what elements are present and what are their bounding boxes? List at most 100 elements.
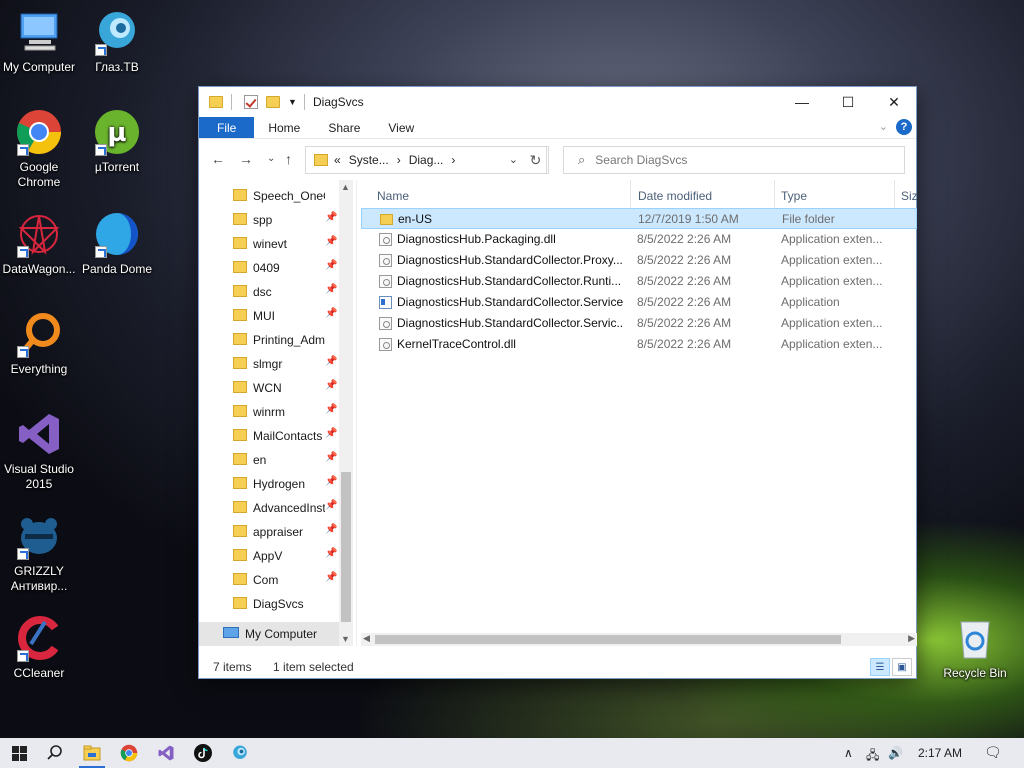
- pin-icon[interactable]: 📌: [325, 308, 337, 319]
- tab-share[interactable]: Share: [314, 117, 374, 138]
- pin-icon[interactable]: 📌: [325, 260, 337, 271]
- start-button[interactable]: [0, 738, 38, 768]
- search-input[interactable]: ⌕ Search DiagSvcs: [563, 146, 905, 174]
- file-row[interactable]: DiagnosticsHub.StandardCollector.Proxy..…: [361, 250, 917, 271]
- show-hidden-icons-icon[interactable]: ∧: [844, 746, 853, 760]
- desktop-icon-ccleaner[interactable]: CCleaner: [0, 614, 78, 681]
- pin-icon[interactable]: 📌: [325, 380, 337, 391]
- taskbar-file-explorer[interactable]: [73, 738, 111, 768]
- pin-icon[interactable]: 📌: [325, 524, 337, 535]
- scroll-left-icon[interactable]: ◀: [363, 633, 370, 644]
- expand-ribbon-icon[interactable]: ⌄: [879, 120, 888, 133]
- desktop-icon-panda-dome[interactable]: Panda Dome: [78, 210, 156, 277]
- file-row[interactable]: DiagnosticsHub.StandardCollector.Servic.…: [361, 313, 917, 334]
- desktop-icon-recycle-bin[interactable]: Recycle Bin: [936, 614, 1014, 681]
- pin-icon[interactable]: 📌: [325, 500, 337, 511]
- nav-item[interactable]: AdvancedInst 📌: [199, 496, 339, 520]
- nav-item[interactable]: 0409 📌: [199, 256, 339, 280]
- back-icon[interactable]: ←: [211, 151, 225, 167]
- nav-item[interactable]: spp 📌: [199, 208, 339, 232]
- refresh-button[interactable]: ↻: [523, 146, 549, 174]
- nav-item[interactable]: winevt 📌: [199, 232, 339, 256]
- nav-item-my-computer[interactable]: My Computer: [199, 622, 339, 646]
- address-segment-diag[interactable]: Diag...: [409, 153, 444, 167]
- clock[interactable]: 2:17 AM: [918, 746, 962, 760]
- navigation-scrollbar[interactable]: ▲ ▼: [339, 180, 353, 646]
- nav-item[interactable]: DiagSvcs: [199, 592, 339, 616]
- up-icon[interactable]: ↑: [285, 151, 292, 167]
- pin-icon[interactable]: 📌: [325, 356, 337, 367]
- address-separator[interactable]: ›: [451, 153, 455, 167]
- nav-item[interactable]: AppV 📌: [199, 544, 339, 568]
- large-icons-view-icon[interactable]: ▣: [892, 658, 912, 676]
- scrollbar-thumb[interactable]: [341, 472, 351, 622]
- nav-item[interactable]: Printing_Adm: [199, 328, 339, 352]
- close-button[interactable]: ✕: [871, 87, 917, 117]
- tab-home[interactable]: Home: [254, 117, 314, 138]
- file-row[interactable]: KernelTraceControl.dll 8/5/2022 2:26 AM …: [361, 334, 917, 355]
- nav-item[interactable]: Speech_OneC: [199, 184, 339, 208]
- file-row[interactable]: DiagnosticsHub.Packaging.dll 8/5/2022 2:…: [361, 229, 917, 250]
- pin-icon[interactable]: 📌: [325, 404, 337, 415]
- desktop-icon-glaz-tv[interactable]: Глаз.ТВ: [78, 8, 156, 75]
- desktop-icon-visual-studio[interactable]: Visual Studio 2015: [0, 410, 78, 492]
- desktop-icon-my-computer[interactable]: My Computer: [0, 8, 78, 75]
- address-overflow[interactable]: «: [334, 153, 341, 167]
- nav-item[interactable]: MUI 📌: [199, 304, 339, 328]
- minimize-button[interactable]: —: [779, 87, 825, 117]
- desktop-icon-everything[interactable]: Everything: [0, 310, 78, 377]
- scrollbar-thumb[interactable]: [375, 635, 841, 644]
- network-icon[interactable]: 🖧: [866, 746, 879, 767]
- desktop-icon-datawagon[interactable]: DataWagon...: [0, 210, 78, 277]
- pin-icon[interactable]: 📌: [325, 476, 337, 487]
- file-row[interactable]: DiagnosticsHub.StandardCollector.Runti..…: [361, 271, 917, 292]
- navigation-pane[interactable]: Speech_OneC spp 📌 winevt 📌 0409 📌 dsc 📌 MUI 📌…: [199, 180, 357, 646]
- nav-item[interactable]: Hydrogen 📌: [199, 472, 339, 496]
- volume-icon[interactable]: 🔊: [888, 746, 903, 760]
- address-dropdown-icon[interactable]: ⌄: [509, 153, 518, 166]
- help-icon[interactable]: ?: [896, 119, 912, 135]
- pin-icon[interactable]: 📌: [325, 572, 337, 583]
- desktop-icon-google-chrome[interactable]: Google Chrome: [0, 108, 78, 190]
- title-bar[interactable]: ▼ DiagSvcs — ☐ ✕: [199, 87, 916, 117]
- desktop-icon-grizzly[interactable]: GRIZZLY Антивир...: [0, 512, 78, 594]
- nav-item[interactable]: appraiser 📌: [199, 520, 339, 544]
- pin-icon[interactable]: 📌: [325, 236, 337, 247]
- nav-item[interactable]: WCN 📌: [199, 376, 339, 400]
- scroll-right-icon[interactable]: ▶: [908, 633, 915, 644]
- pin-icon[interactable]: 📌: [325, 284, 337, 295]
- tab-file[interactable]: File: [199, 117, 255, 138]
- file-row-en-us[interactable]: en-US 12/7/2019 1:50 AM File folder: [361, 208, 917, 229]
- properties-icon[interactable]: [244, 95, 258, 109]
- taskbar-tiktok[interactable]: [184, 738, 222, 768]
- taskbar-search-button[interactable]: [36, 738, 74, 768]
- taskbar-chrome[interactable]: [110, 738, 148, 768]
- nav-item[interactable]: winrm 📌: [199, 400, 339, 424]
- nav-item[interactable]: en 📌: [199, 448, 339, 472]
- pin-icon[interactable]: 📌: [325, 452, 337, 463]
- file-explorer-window[interactable]: ▼ DiagSvcs — ☐ ✕ File Home Share View ⌄ …: [198, 86, 917, 679]
- nav-item[interactable]: slmgr 📌: [199, 352, 339, 376]
- taskbar-glaz-tv[interactable]: [221, 738, 259, 768]
- notification-icon[interactable]: 🗨: [984, 744, 1002, 761]
- tab-view[interactable]: View: [374, 117, 428, 138]
- scroll-down-icon[interactable]: ▼: [341, 634, 350, 644]
- recent-locations-icon[interactable]: ⌄: [267, 153, 275, 164]
- address-segment-system[interactable]: Syste...: [349, 153, 389, 167]
- quick-access-dropdown-icon[interactable]: ▼: [288, 97, 298, 107]
- address-separator[interactable]: ›: [397, 153, 401, 167]
- desktop-icon-utorrent[interactable]: µ µTorrent: [78, 108, 156, 175]
- forward-icon[interactable]: →: [239, 151, 253, 167]
- taskbar-visual-studio[interactable]: [147, 738, 185, 768]
- new-folder-icon[interactable]: [266, 96, 280, 108]
- file-row[interactable]: DiagnosticsHub.StandardCollector.Service…: [361, 292, 917, 313]
- details-view-icon[interactable]: ☰: [870, 658, 890, 676]
- nav-item[interactable]: dsc 📌: [199, 280, 339, 304]
- file-list[interactable]: ⌃ Name Date modified Type Siz en-US 12/7…: [361, 180, 917, 646]
- horizontal-scrollbar[interactable]: ◀ ▶: [361, 633, 917, 646]
- pin-icon[interactable]: 📌: [325, 428, 337, 439]
- nav-item[interactable]: Com 📌: [199, 568, 339, 592]
- address-bar[interactable]: « Syste... › Diag... › ⌄: [305, 146, 547, 174]
- pin-icon[interactable]: 📌: [325, 212, 337, 223]
- pin-icon[interactable]: 📌: [325, 548, 337, 559]
